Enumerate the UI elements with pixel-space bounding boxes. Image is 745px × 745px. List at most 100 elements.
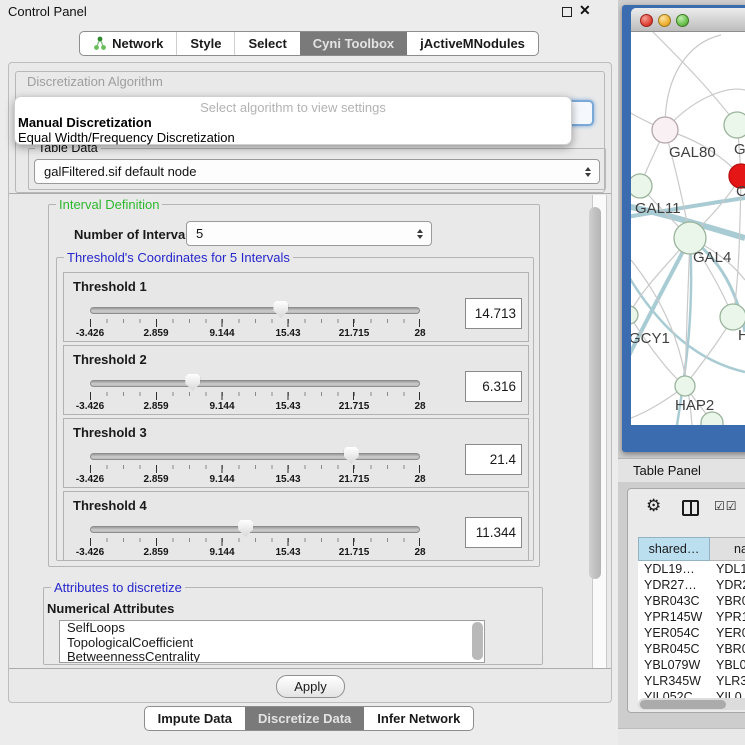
network-icon bbox=[93, 36, 107, 51]
network-window-inner: GAL80 GA C GAL11 GAL4 GCY1 H HAP2 bbox=[631, 8, 745, 425]
list-scrollbar[interactable] bbox=[472, 622, 483, 660]
threshold-2-value-field[interactable]: 6.316 bbox=[465, 371, 522, 402]
tab-network[interactable]: Network bbox=[80, 32, 176, 55]
number-of-intervals-combobox[interactable]: 5 bbox=[186, 221, 432, 246]
table-panel-title: Table Panel bbox=[633, 463, 701, 478]
minimize-traffic-light-icon[interactable] bbox=[658, 14, 671, 27]
tick-label: 28 bbox=[414, 547, 425, 558]
close-traffic-light-icon[interactable] bbox=[640, 14, 653, 27]
threshold-2-slider[interactable]: -3.426 2.859 9.144 15.43 21.715 28 bbox=[90, 376, 420, 414]
attributes-group-title: Attributes to discretize bbox=[51, 580, 185, 595]
table-row[interactable]: YBR045CYBR0 bbox=[638, 641, 745, 657]
node-label-partial-c: C bbox=[736, 183, 745, 200]
control-panel: Control Panel ✕ Network Style Select bbox=[0, 0, 618, 745]
tab-jactivemnodules-label: jActiveMNodules bbox=[420, 32, 525, 55]
tab-discretize-data-label: Discretize Data bbox=[258, 707, 351, 730]
slider-thumb[interactable] bbox=[344, 447, 359, 464]
threshold-1-slider[interactable]: -3.426 2.859 9.144 15.43 21.715 28 bbox=[90, 303, 420, 341]
tick-label: 9.144 bbox=[209, 547, 234, 558]
list-item[interactable]: TopologicalCoefficient bbox=[60, 636, 484, 651]
cell: YLR345W bbox=[638, 673, 714, 689]
threshold-2-label: Threshold 2 bbox=[73, 352, 147, 367]
table-hscrollbar-thumb[interactable] bbox=[640, 700, 726, 709]
tick-label: 2.859 bbox=[143, 547, 168, 558]
float-window-icon[interactable] bbox=[562, 7, 572, 17]
split-columns-icon[interactable] bbox=[682, 500, 699, 516]
slider-ticks bbox=[90, 392, 420, 400]
column-header-shared-name[interactable]: shared… bbox=[638, 537, 710, 561]
cell: YDL19… bbox=[638, 561, 714, 577]
apply-button[interactable]: Apply bbox=[276, 675, 345, 698]
threshold-4-label: Threshold 4 bbox=[73, 498, 147, 513]
table-row[interactable]: YBR043CYBR0 bbox=[638, 593, 745, 609]
control-panel-titlebar: Control Panel ✕ bbox=[0, 0, 618, 22]
tab-infer-network[interactable]: Infer Network bbox=[364, 707, 473, 730]
threshold-1-value-field[interactable]: 14.713 bbox=[465, 298, 522, 329]
close-icon[interactable]: ✕ bbox=[579, 2, 591, 19]
threshold-3-value-field[interactable]: 21.4 bbox=[465, 444, 522, 475]
settings-scrollbar-thumb[interactable] bbox=[589, 207, 601, 579]
tab-discretize-data[interactable]: Discretize Data bbox=[245, 707, 364, 730]
bottom-tab-strip: Impute Data Discretize Data Infer Networ… bbox=[0, 706, 618, 731]
tab-style-label: Style bbox=[190, 32, 221, 55]
network-view-window[interactable]: GAL80 GA C GAL11 GAL4 GCY1 H HAP2 bbox=[622, 5, 745, 452]
threshold-row: Threshold 2 -3.426 2.859 9.144 15.43 bbox=[63, 345, 529, 415]
menu-item-equal-width-frequency[interactable]: Equal Width/Frequency Discretization bbox=[18, 130, 235, 145]
numerical-attributes-list[interactable]: SelfLoops TopologicalCoefficient Between… bbox=[59, 620, 485, 663]
table-hscrollbar-track[interactable] bbox=[638, 698, 745, 710]
node-partial-right[interactable] bbox=[724, 112, 745, 138]
table-panel-titlebar: Table Panel bbox=[618, 458, 745, 482]
checkbox-icons[interactable]: ☑☑ bbox=[714, 499, 738, 513]
node-gal80[interactable] bbox=[652, 117, 678, 143]
table-body: YDL19…YDL1 YDR27…YDR2 YBR043CYBR0 YPR145… bbox=[638, 561, 745, 705]
network-canvas[interactable]: GAL80 GA C GAL11 GAL4 GCY1 H HAP2 bbox=[631, 32, 745, 425]
discretization-algorithm-title: Discretization Algorithm bbox=[24, 74, 166, 89]
threshold-3-slider[interactable]: -3.426 2.859 9.144 15.43 21.715 28 bbox=[90, 449, 420, 487]
column-header-name[interactable]: na bbox=[710, 537, 745, 561]
slider-track[interactable] bbox=[90, 526, 420, 533]
cell: YBR0 bbox=[714, 593, 745, 609]
node-label-partial-g: GA bbox=[734, 141, 745, 158]
algorithm-dropdown-popup: Select algorithm to view settings Manual… bbox=[14, 96, 572, 145]
tick-label: 9.144 bbox=[209, 474, 234, 485]
list-item[interactable]: SelfLoops bbox=[60, 621, 484, 636]
tab-select[interactable]: Select bbox=[234, 32, 299, 55]
cell: YLR3 bbox=[714, 673, 745, 689]
node-hap2[interactable] bbox=[675, 376, 695, 396]
table-row[interactable]: YDR27…YDR2 bbox=[638, 577, 745, 593]
tab-cyni-toolbox-label: Cyni Toolbox bbox=[313, 32, 394, 55]
table-row[interactable]: YDL19…YDL1 bbox=[638, 561, 745, 577]
gear-icon[interactable]: ⚙ bbox=[646, 496, 661, 516]
node-gal11[interactable] bbox=[631, 174, 652, 198]
slider-track[interactable] bbox=[90, 453, 420, 460]
slider-track[interactable] bbox=[90, 380, 420, 387]
tab-jactivemnodules[interactable]: jActiveMNodules bbox=[407, 32, 538, 55]
table-header-row: shared… na bbox=[638, 537, 745, 561]
threshold-3-label: Threshold 3 bbox=[73, 425, 147, 440]
numerical-attributes-label: Numerical Attributes bbox=[47, 601, 174, 616]
slider-track[interactable] bbox=[90, 307, 420, 314]
slider-thumb[interactable] bbox=[238, 520, 253, 537]
slider-thumb[interactable] bbox=[185, 374, 200, 391]
table-panel: ⚙ ☑☑ shared… na YDL19…YDL1 YDR27…YDR2 YB… bbox=[627, 488, 745, 713]
tab-style[interactable]: Style bbox=[176, 32, 234, 55]
table-data-combobox[interactable]: galFiltered.sif default node bbox=[34, 159, 600, 184]
network-window-titlebar[interactable] bbox=[631, 8, 745, 32]
table-row[interactable]: YLR345WYLR3 bbox=[638, 673, 745, 689]
threshold-4-slider[interactable]: -3.426 2.859 9.144 15.43 21.715 28 bbox=[90, 522, 420, 560]
node-gcy1[interactable] bbox=[631, 306, 638, 324]
cell: YDR2 bbox=[714, 577, 745, 593]
table-row[interactable]: YPR145WYPR1 bbox=[638, 609, 745, 625]
settings-scrollbar-track[interactable] bbox=[592, 195, 607, 669]
tab-impute-data[interactable]: Impute Data bbox=[145, 707, 245, 730]
table-row[interactable]: YER054CYER0 bbox=[638, 625, 745, 641]
list-item[interactable]: BetweennessCentrality bbox=[60, 650, 484, 663]
top-tab-strip: Network Style Select Cyni Toolbox jActiv… bbox=[0, 31, 618, 56]
table-row[interactable]: YBL079WYBL0 bbox=[638, 657, 745, 673]
algorithm-placeholder: Select algorithm to view settings bbox=[15, 100, 571, 115]
menu-item-manual-discretization[interactable]: Manual Discretization bbox=[18, 115, 152, 130]
threshold-4-value-field[interactable]: 11.344 bbox=[465, 517, 522, 548]
zoom-traffic-light-icon[interactable] bbox=[676, 14, 689, 27]
tab-cyni-toolbox[interactable]: Cyni Toolbox bbox=[300, 32, 407, 55]
slider-thumb[interactable] bbox=[273, 301, 288, 318]
